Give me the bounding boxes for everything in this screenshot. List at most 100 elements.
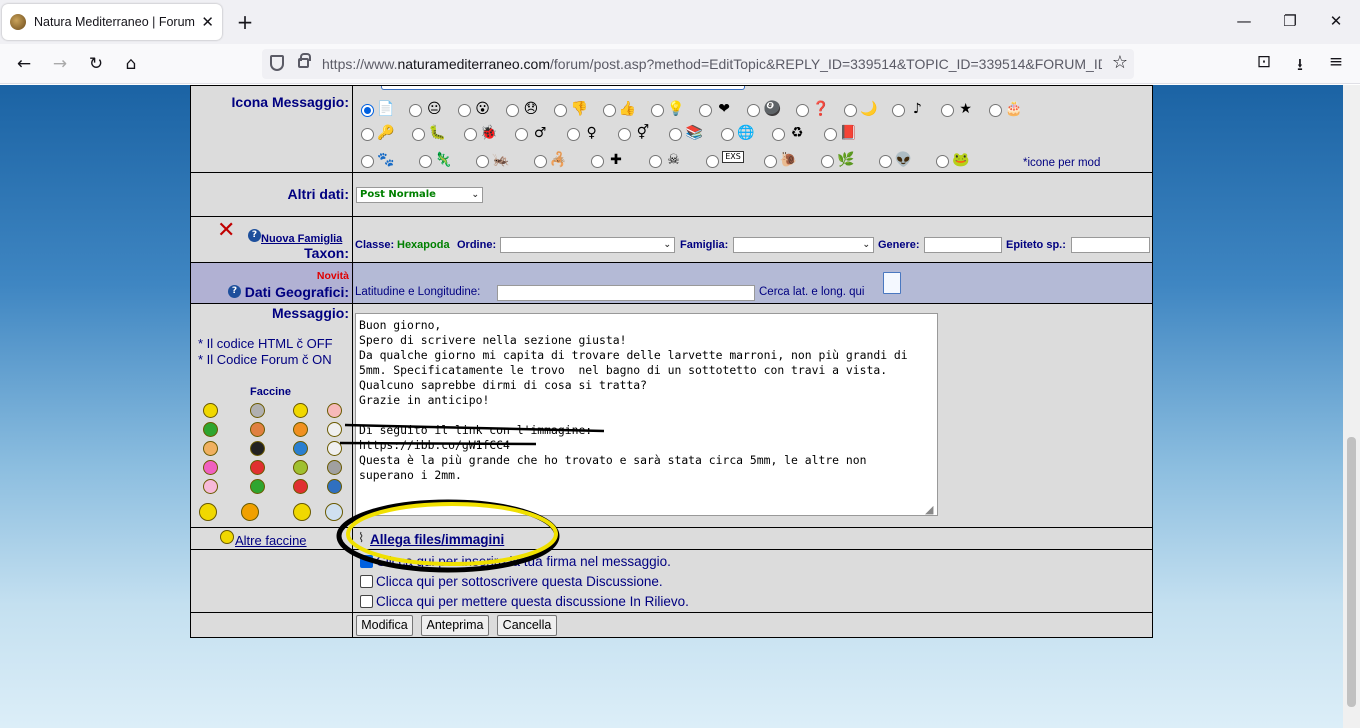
icon-radio[interactable] bbox=[823, 128, 837, 141]
anteprima-button[interactable]: Anteprima bbox=[421, 615, 489, 636]
remove-taxon-icon[interactable]: ✕ bbox=[217, 218, 235, 243]
smiley-icon[interactable] bbox=[293, 503, 311, 521]
smiley-icon[interactable] bbox=[327, 441, 342, 456]
home-icon[interactable]: ⌂ bbox=[119, 52, 143, 76]
allega-files-link[interactable]: Allega files/immagini bbox=[370, 532, 504, 547]
tracking-shield-icon[interactable] bbox=[270, 55, 284, 71]
icon-radio[interactable] bbox=[412, 128, 426, 141]
new-tab-icon[interactable]: + bbox=[234, 10, 256, 34]
smiley-icon[interactable] bbox=[203, 422, 218, 437]
icon-radio[interactable] bbox=[720, 128, 734, 141]
icon-radio[interactable] bbox=[361, 155, 374, 168]
smiley-icon[interactable] bbox=[250, 460, 265, 475]
icon-radio[interactable] bbox=[747, 104, 761, 117]
reload-icon[interactable]: ↻ bbox=[84, 52, 108, 76]
smiley-icon[interactable] bbox=[241, 503, 259, 521]
icon-radio[interactable] bbox=[533, 155, 547, 168]
message-textarea[interactable]: Buon giorno, Spero di scrivere nella sez… bbox=[355, 313, 938, 516]
smiley-icon[interactable] bbox=[203, 479, 218, 494]
tab-close-icon[interactable]: ✕ bbox=[201, 13, 214, 31]
icon-radio[interactable] bbox=[892, 104, 906, 117]
scrollbar-thumb[interactable] bbox=[1347, 437, 1356, 707]
smiley-icon[interactable] bbox=[203, 403, 218, 418]
smiley-icon[interactable] bbox=[327, 460, 342, 475]
smiley-icon[interactable] bbox=[293, 422, 308, 437]
icon-radio[interactable] bbox=[648, 155, 662, 168]
icon-radio[interactable] bbox=[476, 155, 489, 168]
subject-input-edge[interactable] bbox=[381, 86, 745, 90]
pocket-icon[interactable]: ⊡ bbox=[1252, 52, 1276, 72]
icon-radio[interactable] bbox=[602, 104, 616, 117]
smiley-icon[interactable] bbox=[293, 441, 308, 456]
icon-radio[interactable] bbox=[618, 128, 631, 141]
icon-radio[interactable] bbox=[821, 155, 834, 168]
famiglia-select[interactable]: ⌄ bbox=[733, 237, 874, 253]
icon-radio[interactable] bbox=[591, 155, 604, 168]
firma-checkbox[interactable] bbox=[360, 555, 373, 568]
icon-radio[interactable] bbox=[457, 104, 471, 117]
sottoscrivi-checkbox-label[interactable]: Clicca qui per sottoscrivere questa Disc… bbox=[376, 574, 663, 589]
sottoscrivi-checkbox[interactable] bbox=[360, 575, 373, 588]
latlong-input[interactable] bbox=[497, 285, 755, 301]
icon-radio[interactable] bbox=[554, 104, 568, 117]
document-icon[interactable] bbox=[883, 272, 901, 294]
rilievo-checkbox[interactable] bbox=[360, 595, 373, 608]
icon-radio[interactable] bbox=[878, 155, 892, 168]
smiley-icon[interactable] bbox=[327, 479, 342, 494]
smiley-icon[interactable] bbox=[199, 503, 217, 521]
url-text[interactable]: https://www.naturamediterraneo.com/forum… bbox=[322, 56, 1102, 72]
address-bar[interactable]: https://www.naturamediterraneo.com/forum… bbox=[262, 49, 1134, 79]
maximize-icon[interactable]: ❐ bbox=[1280, 12, 1300, 30]
smiley-icon[interactable] bbox=[203, 460, 218, 475]
smiley-icon[interactable] bbox=[250, 403, 265, 418]
browser-tab[interactable]: Natura Mediterraneo | Forum N ✕ bbox=[2, 4, 222, 40]
icon-radio[interactable] bbox=[763, 155, 777, 168]
icon-radio[interactable] bbox=[566, 128, 580, 141]
menu-icon[interactable]: ≡ bbox=[1324, 52, 1348, 72]
smiley-icon[interactable] bbox=[203, 441, 218, 456]
epiteto-input[interactable] bbox=[1071, 237, 1150, 253]
lock-icon[interactable] bbox=[298, 53, 311, 68]
post-type-select[interactable]: Post Normale ⌄ bbox=[356, 187, 483, 203]
resize-grip-icon[interactable]: ◢ bbox=[925, 503, 933, 516]
icon-radio[interactable] bbox=[505, 104, 519, 117]
icon-radio[interactable] bbox=[463, 128, 477, 141]
smiley-icon[interactable] bbox=[293, 460, 308, 475]
forward-icon[interactable]: → bbox=[48, 52, 72, 76]
smiley-icon[interactable] bbox=[293, 403, 308, 418]
downloads-icon[interactable]: ⭳ bbox=[1288, 52, 1312, 81]
smiley-icon[interactable] bbox=[325, 503, 343, 521]
icon-radio[interactable] bbox=[515, 128, 529, 141]
scrollbar[interactable] bbox=[1343, 85, 1360, 728]
icon-radio[interactable] bbox=[936, 155, 949, 168]
icon-radio[interactable] bbox=[409, 104, 423, 117]
help-icon[interactable]: ? bbox=[248, 229, 261, 242]
ordine-select[interactable]: ⌄ bbox=[500, 237, 675, 253]
cerca-latlong-link[interactable]: Cerca lat. e long. qui bbox=[759, 286, 864, 298]
icon-radio[interactable] bbox=[650, 104, 664, 117]
smiley-icon[interactable] bbox=[327, 403, 342, 418]
icon-radio[interactable] bbox=[988, 104, 1002, 117]
rilievo-checkbox-label[interactable]: Clicca qui per mettere questa discussion… bbox=[376, 594, 689, 609]
modifica-button[interactable]: Modifica bbox=[356, 615, 413, 636]
window-close-icon[interactable]: ✕ bbox=[1326, 12, 1346, 30]
cancella-button[interactable]: Cancella bbox=[497, 615, 557, 636]
icon-radio[interactable] bbox=[706, 155, 719, 168]
smiley-icon[interactable] bbox=[250, 422, 265, 437]
bookmark-star-icon[interactable]: ☆ bbox=[1112, 52, 1128, 73]
icon-radio[interactable] bbox=[699, 104, 713, 117]
nuova-famiglia-link[interactable]: Nuova Famiglia bbox=[261, 233, 342, 245]
genere-input[interactable] bbox=[924, 237, 1002, 253]
smiley-icon[interactable] bbox=[250, 441, 265, 456]
icon-radio[interactable] bbox=[669, 128, 683, 141]
minimize-icon[interactable]: — bbox=[1234, 12, 1254, 30]
icon-radio[interactable] bbox=[940, 104, 954, 117]
icon-radio[interactable] bbox=[361, 104, 374, 117]
icon-radio[interactable] bbox=[844, 104, 857, 117]
back-icon[interactable]: ← bbox=[12, 52, 36, 76]
smiley-icon[interactable] bbox=[327, 422, 342, 437]
icon-radio[interactable] bbox=[418, 155, 432, 168]
help-icon[interactable]: ? bbox=[228, 285, 241, 298]
firma-checkbox-label[interactable]: Clicca qui per inserire la tua firma nel… bbox=[376, 554, 671, 569]
icon-radio[interactable] bbox=[795, 104, 809, 117]
